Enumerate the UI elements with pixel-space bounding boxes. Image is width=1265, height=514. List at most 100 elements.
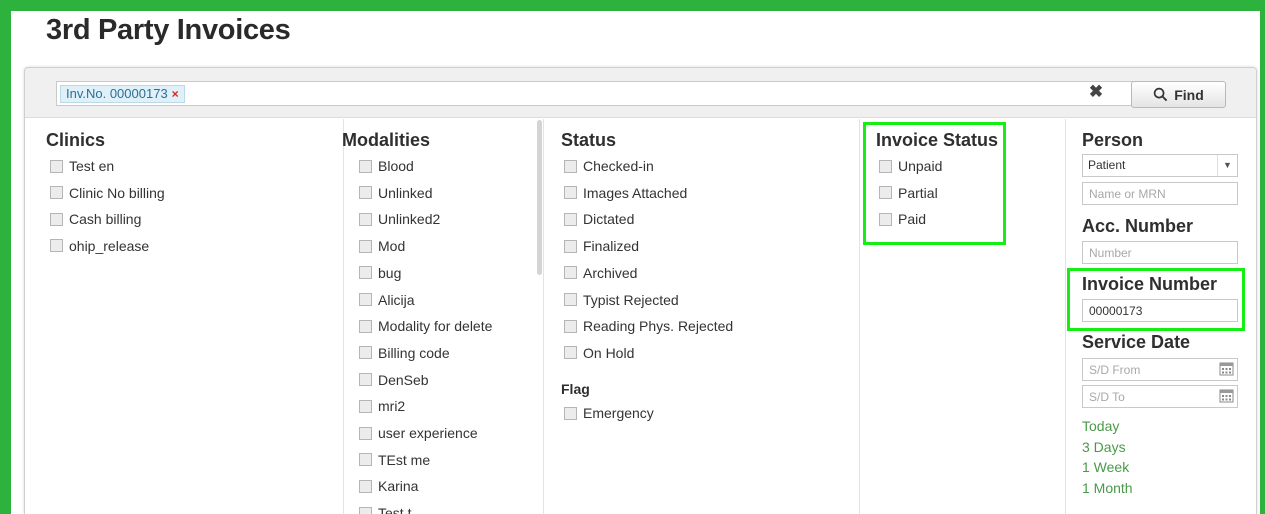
checkbox[interactable] bbox=[359, 293, 372, 306]
checkbox-item[interactable]: Test en bbox=[50, 158, 114, 174]
checkbox[interactable] bbox=[359, 479, 372, 493]
checkbox-item[interactable]: Unlinked2 bbox=[359, 211, 440, 227]
checkbox[interactable] bbox=[359, 426, 372, 440]
checkbox-label: Dictated bbox=[583, 211, 635, 228]
checkbox-item[interactable]: Typist Rejected bbox=[564, 292, 679, 308]
quick-date-link[interactable]: 1 Month bbox=[1082, 480, 1133, 496]
checkbox-label: Images Attached bbox=[583, 184, 688, 201]
checkbox-label: DenSeb bbox=[378, 371, 429, 388]
quick-date-link[interactable]: 1 Week bbox=[1082, 459, 1129, 475]
checkbox[interactable] bbox=[564, 346, 577, 360]
invoice-status-title: Invoice Status bbox=[876, 130, 999, 150]
checkbox[interactable] bbox=[359, 399, 372, 413]
checkbox[interactable] bbox=[359, 373, 372, 387]
checkbox-item[interactable]: On Hold bbox=[564, 345, 634, 361]
checkbox[interactable] bbox=[879, 186, 892, 199]
checkbox-item[interactable]: Clinic No billing bbox=[50, 185, 165, 201]
search-bar: Inv.No. 00000173 × ✖ Find bbox=[25, 68, 1256, 118]
checkbox-item[interactable]: Reading Phys. Rejected bbox=[564, 318, 733, 334]
checkbox-item[interactable]: Karina bbox=[359, 478, 418, 494]
page-title: 3rd Party Invoices bbox=[46, 14, 291, 46]
checkbox-item[interactable]: Unlinked bbox=[359, 185, 432, 201]
column-divider bbox=[859, 119, 860, 514]
person-name-input[interactable] bbox=[1082, 182, 1238, 205]
calendar-icon[interactable] bbox=[1219, 388, 1234, 403]
checkbox[interactable] bbox=[359, 212, 372, 226]
checkbox-item[interactable]: Alicija bbox=[359, 292, 415, 308]
checkbox[interactable] bbox=[564, 266, 577, 280]
checkbox[interactable] bbox=[359, 346, 372, 360]
checkbox[interactable] bbox=[359, 239, 372, 253]
calendar-icon[interactable] bbox=[1219, 361, 1234, 376]
checkbox[interactable] bbox=[359, 266, 372, 280]
checkbox-item[interactable]: ohip_release bbox=[50, 238, 149, 254]
checkbox[interactable] bbox=[359, 506, 372, 514]
column-divider bbox=[543, 119, 544, 514]
tag-remove-icon[interactable]: × bbox=[172, 87, 179, 101]
checkbox[interactable] bbox=[359, 453, 372, 467]
checkbox[interactable] bbox=[564, 159, 577, 173]
checkbox[interactable] bbox=[879, 212, 892, 226]
checkbox-item[interactable]: Blood bbox=[359, 158, 414, 174]
checkbox-item[interactable]: DenSeb bbox=[359, 372, 429, 388]
checkbox[interactable] bbox=[564, 406, 577, 420]
chevron-down-icon: ▼ bbox=[1217, 155, 1237, 176]
checkbox-item[interactable]: Billing code bbox=[359, 345, 450, 361]
checkbox[interactable] bbox=[359, 186, 372, 200]
checkbox-item[interactable]: Cash billing bbox=[50, 211, 141, 227]
checkbox-label: Archived bbox=[583, 264, 638, 281]
person-type-select[interactable]: Patient ▼ bbox=[1082, 154, 1238, 177]
checkbox-item[interactable]: TEst me bbox=[359, 452, 430, 468]
checkbox-item[interactable]: Archived bbox=[564, 265, 637, 281]
checkbox-label: Test en bbox=[69, 158, 115, 174]
checkbox[interactable] bbox=[879, 159, 892, 173]
checkbox[interactable] bbox=[564, 212, 577, 226]
checkbox-label: Blood bbox=[378, 158, 414, 174]
quick-date-link[interactable]: 3 Days bbox=[1082, 439, 1126, 455]
checkbox-item[interactable]: Mod bbox=[359, 238, 405, 254]
checkbox[interactable] bbox=[359, 159, 372, 173]
checkbox-item[interactable]: Paid bbox=[879, 211, 926, 227]
search-tag: Inv.No. 00000173 × bbox=[60, 85, 185, 103]
checkbox[interactable] bbox=[564, 239, 577, 253]
checkbox-item[interactable]: Test t bbox=[359, 505, 411, 514]
checkbox[interactable] bbox=[50, 186, 63, 199]
checkbox-item[interactable]: Images Attached bbox=[564, 185, 687, 201]
checkbox-item[interactable]: Unpaid bbox=[879, 158, 942, 174]
checkbox-label: Unpaid bbox=[898, 158, 943, 174]
find-button[interactable]: Find bbox=[1131, 81, 1226, 108]
checkbox[interactable] bbox=[564, 293, 577, 306]
checkbox-item[interactable]: Finalized bbox=[564, 238, 639, 254]
checkbox-label: Karina bbox=[378, 478, 419, 495]
checkbox-label: Billing code bbox=[378, 344, 450, 361]
checkbox-item[interactable]: Dictated bbox=[564, 211, 634, 227]
column-divider bbox=[343, 119, 344, 514]
checkbox-item[interactable]: user experience bbox=[359, 425, 478, 441]
checkbox-label: ohip_release bbox=[69, 237, 150, 254]
checkbox-item[interactable]: bug bbox=[359, 265, 401, 281]
modalities-scrollbar[interactable] bbox=[537, 120, 542, 275]
invoice-number-input[interactable] bbox=[1082, 299, 1238, 322]
checkbox-label: Unlinked2 bbox=[378, 211, 441, 228]
checkbox[interactable] bbox=[50, 212, 63, 226]
checkbox-item[interactable]: mri2 bbox=[359, 398, 405, 414]
checkbox[interactable] bbox=[564, 186, 577, 200]
acc-number-input[interactable] bbox=[1082, 241, 1238, 264]
checkbox-label: Alicija bbox=[378, 291, 415, 308]
column-divider bbox=[1065, 119, 1066, 514]
checkbox[interactable] bbox=[359, 319, 372, 333]
checkbox-label: Typist Rejected bbox=[583, 291, 679, 308]
checkbox-item[interactable]: Modality for delete bbox=[359, 318, 492, 334]
checkbox[interactable] bbox=[564, 319, 577, 333]
checkbox[interactable] bbox=[50, 159, 63, 173]
checkbox-item[interactable]: Emergency bbox=[564, 405, 654, 421]
search-input[interactable]: Inv.No. 00000173 × bbox=[56, 81, 1139, 106]
service-date-from-input[interactable] bbox=[1082, 358, 1238, 381]
checkbox-item[interactable]: Partial bbox=[879, 185, 938, 201]
clear-search-icon[interactable]: ✖ bbox=[1088, 83, 1104, 100]
quick-date-link[interactable]: Today bbox=[1082, 418, 1119, 434]
checkbox-item[interactable]: Checked-in bbox=[564, 158, 654, 174]
service-date-to-input[interactable] bbox=[1082, 385, 1238, 408]
invoice-number-title: Invoice Number bbox=[1082, 274, 1218, 294]
checkbox[interactable] bbox=[50, 239, 63, 252]
